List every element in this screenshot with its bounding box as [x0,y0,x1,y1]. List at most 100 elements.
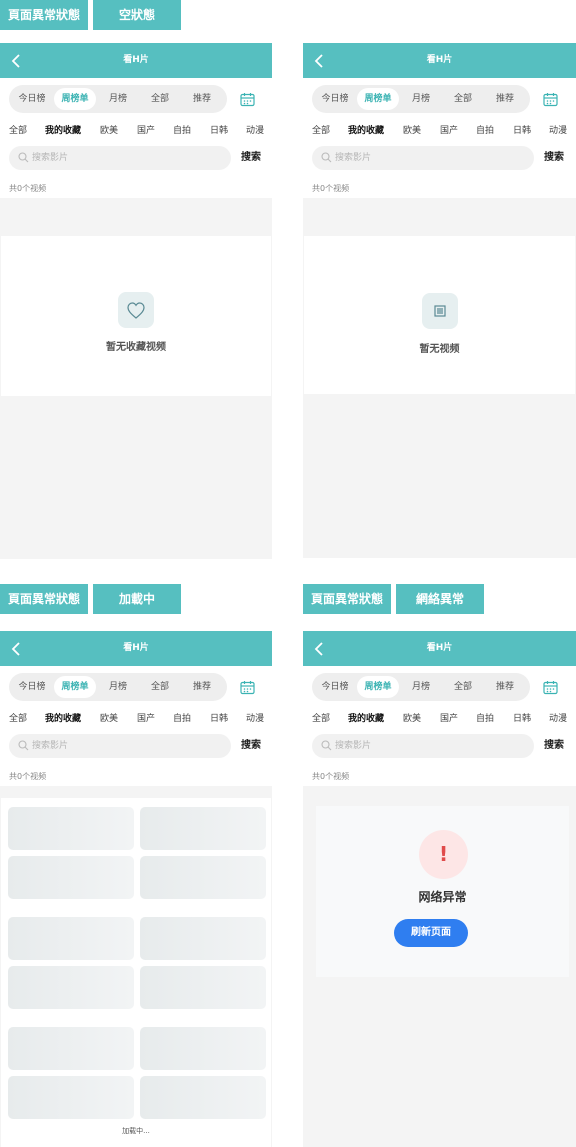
tab-weekly[interactable]: 周榜单 [357,676,399,698]
calendar-icon[interactable] [240,92,255,107]
search-input[interactable]: 搜索影片 [9,146,231,170]
category-bar: 全部 我的收藏 欧美 国产 自拍 日韩 动漫 [303,711,575,727]
alert-icon: ! [419,830,468,879]
category-item[interactable]: 欧美 [100,123,118,136]
tab-all[interactable]: 全部 [442,676,484,698]
tab-weekly[interactable]: 周榜单 [54,88,96,110]
video-count: 共0个视频 [9,772,47,781]
category-item[interactable]: 自拍 [476,711,494,724]
skeleton-card [8,1076,134,1119]
search-input[interactable]: 搜索影片 [312,146,534,170]
category-item[interactable]: 自拍 [476,123,494,136]
skeleton-card [140,1027,266,1070]
category-item[interactable]: 动漫 [549,711,567,724]
skeleton-card [140,917,266,960]
phone-screen-loading: 看H片 今日榜 周榜单 月榜 全部 推荐 全部 我的收藏 欧美 国产 自拍 日韩… [0,631,272,1147]
tab-all[interactable]: 全部 [442,88,484,110]
skeleton-card [8,966,134,1009]
category-item[interactable]: 动漫 [549,123,567,136]
category-item-favorites[interactable]: 我的收藏 [348,123,384,136]
tab-monthly[interactable]: 月榜 [400,676,442,698]
skeleton-card [140,966,266,1009]
tab-weekly[interactable]: 周榜单 [357,88,399,110]
category-item[interactable]: 全部 [312,123,330,136]
video-count: 共0个视频 [312,772,350,781]
tab-today[interactable]: 今日榜 [11,676,53,698]
search-placeholder: 搜索影片 [335,741,372,751]
category-item[interactable]: 国产 [440,711,458,724]
video-count: 共0个视频 [312,184,350,193]
app-header: 看H片 [0,631,272,666]
skeleton-card [8,856,134,899]
tab-today[interactable]: 今日榜 [314,88,356,110]
heart-icon [118,292,154,328]
tab-recommend[interactable]: 推荐 [484,88,526,110]
category-item[interactable]: 国产 [137,123,155,136]
skeleton-card [140,856,266,899]
ranking-tabs: 今日榜 周榜单 月榜 全部 推荐 [312,85,530,113]
search-button[interactable]: 搜索 [241,734,261,758]
loading-text: 加载中... [122,1127,150,1135]
tab-today[interactable]: 今日榜 [11,88,53,110]
category-item[interactable]: 国产 [137,711,155,724]
empty-message: 暂无收藏视频 [106,342,166,353]
skeleton-card [8,807,134,850]
category-item[interactable]: 欧美 [403,711,421,724]
category-item[interactable]: 自拍 [173,711,191,724]
category-item[interactable]: 日韩 [210,123,228,136]
empty-state: 暂无收藏视频 [1,236,271,396]
search-icon [18,740,29,751]
app-header: 看H片 [303,43,576,78]
search-placeholder: 搜索影片 [335,153,372,163]
category-item[interactable]: 日韩 [513,123,531,136]
phone-screen-empty-videos: 看H片 今日榜 周榜单 月榜 全部 推荐 全部 我的收藏 欧美 国产 自拍 日韩… [303,43,576,558]
category-item-favorites[interactable]: 我的收藏 [348,711,384,724]
tab-today[interactable]: 今日榜 [314,676,356,698]
tab-all[interactable]: 全部 [139,676,181,698]
calendar-icon[interactable] [543,92,558,107]
category-item-favorites[interactable]: 我的收藏 [45,711,81,724]
skeleton-card [140,807,266,850]
page-title: 看H片 [426,643,453,653]
tab-monthly[interactable]: 月榜 [97,88,139,110]
tab-recommend[interactable]: 推荐 [181,676,223,698]
category-item[interactable]: 动漫 [246,711,264,724]
error-title: 网络异常 [418,890,467,904]
tab-monthly[interactable]: 月榜 [97,676,139,698]
category-item[interactable]: 动漫 [246,123,264,136]
category-item[interactable]: 欧美 [100,711,118,724]
category-item[interactable]: 欧美 [403,123,421,136]
page-title: 看H片 [426,55,453,65]
category-item-favorites[interactable]: 我的收藏 [45,123,81,136]
mode-tag-empty: 空狀態 [93,0,181,30]
search-button[interactable]: 搜索 [241,146,261,170]
empty-message: 暂无视频 [419,344,460,355]
search-button[interactable]: 搜索 [544,146,564,170]
mode-tag-network-error: 網絡異常 [396,584,484,614]
tab-all[interactable]: 全部 [139,88,181,110]
tab-monthly[interactable]: 月榜 [400,88,442,110]
tab-recommend[interactable]: 推荐 [484,676,526,698]
category-item[interactable]: 全部 [312,711,330,724]
tab-recommend[interactable]: 推荐 [181,88,223,110]
category-bar: 全部 我的收藏 欧美 国产 自拍 日韩 动漫 [303,123,575,139]
search-icon [18,152,29,163]
refresh-button[interactable]: 刷新页面 [394,919,468,947]
category-item[interactable]: 全部 [9,711,27,724]
search-placeholder: 搜索影片 [32,153,69,163]
calendar-icon[interactable] [543,680,558,695]
phone-screen-network-error: 看H片 今日榜 周榜单 月榜 全部 推荐 全部 我的收藏 欧美 国产 自拍 日韩… [303,631,576,1147]
category-item[interactable]: 日韩 [210,711,228,724]
search-button[interactable]: 搜索 [544,734,564,758]
search-icon [321,152,332,163]
tab-weekly[interactable]: 周榜单 [54,676,96,698]
category-item[interactable]: 自拍 [173,123,191,136]
category-item[interactable]: 国产 [440,123,458,136]
skeleton-card [8,1027,134,1070]
state-tag: 頁面異常狀態 [0,0,88,30]
calendar-icon[interactable] [240,680,255,695]
search-input[interactable]: 搜索影片 [312,734,534,758]
category-item[interactable]: 日韩 [513,711,531,724]
category-item[interactable]: 全部 [9,123,27,136]
search-input[interactable]: 搜索影片 [9,734,231,758]
